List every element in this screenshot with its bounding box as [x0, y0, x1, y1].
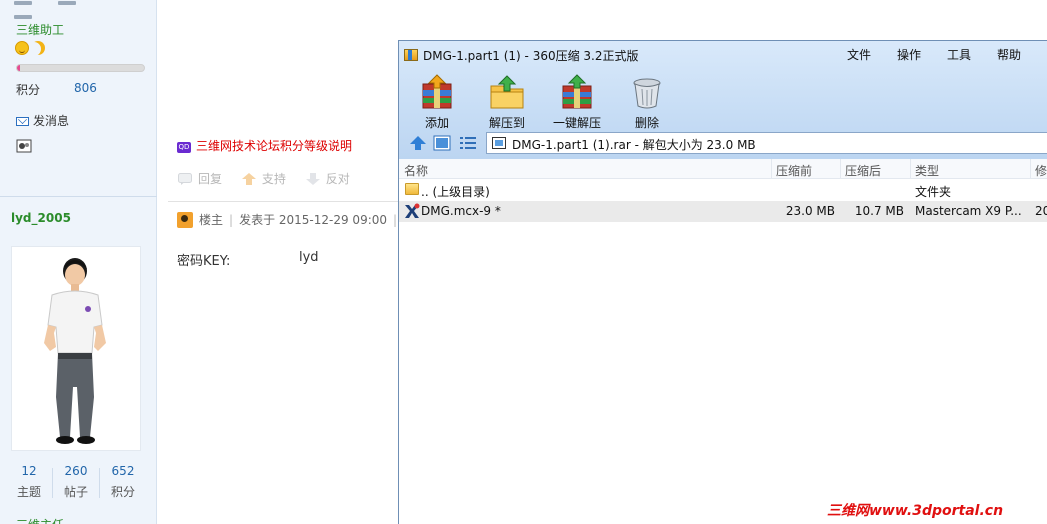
meta-separator: | [229, 213, 234, 227]
send-message-label: 发消息 [33, 114, 70, 128]
stat-threads[interactable]: 12 主题 [6, 464, 52, 500]
add-archive-icon [422, 74, 452, 109]
file-type: 文件夹 [915, 185, 952, 199]
column-divider[interactable] [910, 159, 911, 179]
reply-label: 回复 [198, 172, 223, 186]
add-button[interactable]: 添加 [407, 74, 467, 131]
reply-button[interactable]: 回复 [178, 172, 226, 186]
stat-posts-value: 260 [64, 464, 88, 478]
send-message-link[interactable]: 发消息 [16, 112, 69, 129]
file-modified: 20 [1035, 204, 1047, 218]
list-item-parent-folder[interactable]: .. (上级目录) 文件夹 [399, 180, 1047, 201]
menu-tools[interactable]: 工具 [947, 46, 971, 63]
author-icon [177, 212, 193, 228]
key-label: 密码KEY: [177, 254, 231, 269]
file-size-before: 23.0 MB [785, 204, 835, 218]
list-item-file[interactable]: DMG.mcx-9 * 23.0 MB 10.7 MB Mastercam X9… [399, 201, 1047, 222]
delete-icon [633, 78, 661, 109]
mastercam-file-icon [405, 203, 420, 218]
stat-threads-label: 主题 [16, 485, 41, 499]
level-progress-fill [17, 65, 20, 71]
column-divider[interactable] [1030, 159, 1031, 179]
support-label: 支持 [261, 172, 286, 186]
stat-points-value: 652 [111, 464, 135, 478]
avatar-figure-icon [44, 258, 106, 444]
floor-label: 楼主 [199, 213, 224, 227]
stat-threads-value: 12 [21, 464, 37, 478]
one-click-extract-icon [562, 74, 592, 109]
column-size-before[interactable]: 压缩前 [776, 162, 812, 179]
support-button[interactable]: 支持 [241, 172, 290, 186]
one-click-extract-button[interactable]: 一键解压 [547, 74, 607, 131]
cut-off-row [14, 0, 134, 19]
sidebar-divider [0, 196, 157, 197]
column-name[interactable]: 名称 [404, 162, 428, 179]
qd-badge-icon: QD [177, 142, 191, 153]
rank-title: 三维助工 [16, 23, 65, 37]
menu-help[interactable]: 帮助 [997, 46, 1021, 63]
thumb-down-icon [305, 173, 320, 185]
post-meta: 楼主|发表于 2015-12-29 09:00|只 [177, 211, 415, 231]
forum-profile-sidebar: 三维助工 积分 806 发消息 lyd_2005 12 主题 260 帖子 65… [0, 0, 157, 524]
key-value: lyd [299, 250, 319, 265]
app-logo-icon [404, 49, 418, 61]
post-actions: 回复 支持 反对 [178, 170, 366, 187]
points-value[interactable]: 806 [74, 81, 97, 95]
reply-icon [178, 173, 192, 185]
stat-points[interactable]: 652 积分 [100, 464, 146, 500]
window-title: DMG-1.part1 (1) - 360压缩 3.2正式版 [423, 49, 639, 63]
smiley-icon [15, 41, 29, 55]
post-divider [168, 201, 398, 202]
list-view-icon[interactable] [459, 135, 477, 151]
moon-icon [31, 41, 45, 55]
column-modified[interactable]: 修 [1035, 162, 1047, 179]
column-divider[interactable] [840, 159, 841, 179]
address-text: DMG-1.part1 (1).rar - 解包大小为 23.0 MB [512, 138, 756, 152]
column-divider[interactable] [771, 159, 772, 179]
address-bar: DMG-1.part1 (1).rar - 解包大小为 23.0 MB [399, 129, 1047, 159]
meta-separator: | [393, 213, 398, 227]
mail-icon [16, 117, 29, 126]
stat-points-label: 积分 [110, 485, 135, 499]
qq-status-icon[interactable] [16, 139, 32, 153]
next-post-rank-title: 三维主任 [16, 516, 64, 524]
avatar[interactable] [11, 246, 141, 451]
up-arrow-icon[interactable] [409, 135, 427, 151]
user-stats: 12 主题 260 帖子 652 积分 [0, 464, 157, 504]
file-name: DMG.mcx-9 * [421, 204, 501, 218]
menu-operation[interactable]: 操作 [897, 46, 921, 63]
screen: 三维助工 积分 806 发消息 lyd_2005 12 主题 260 帖子 65… [0, 0, 1047, 524]
stat-posts[interactable]: 260 帖子 [53, 464, 99, 500]
extract-to-icon [490, 75, 524, 109]
extract-to-button[interactable]: 解压到 [477, 74, 537, 131]
oppose-label: 反对 [325, 172, 350, 186]
thumbnail-view-icon[interactable] [433, 135, 451, 151]
file-name: .. (上级目录) [421, 185, 490, 199]
column-size-after[interactable]: 压缩后 [845, 162, 881, 179]
post-date: 发表于 2015-12-29 09:00 [239, 213, 388, 227]
points-label: 积分 [16, 83, 41, 97]
archive-window: DMG-1.part1 (1) - 360压缩 3.2正式版 文件 操作 工具 … [398, 40, 1047, 524]
delete-button[interactable]: 删除 [617, 74, 677, 131]
level-progress-bar [16, 64, 145, 72]
username-link[interactable]: lyd_2005 [11, 211, 71, 225]
address-field[interactable]: DMG-1.part1 (1).rar - 解包大小为 23.0 MB [486, 132, 1047, 154]
file-type: Mastercam X9 P... [915, 204, 1022, 218]
level-emoticons [15, 41, 45, 57]
oppose-button[interactable]: 反对 [305, 172, 350, 186]
column-type[interactable]: 类型 [915, 162, 939, 179]
folder-icon [405, 183, 419, 195]
archive-path-icon [492, 137, 506, 149]
points-legend-link[interactable]: QD 三维网技术论坛积分等级说明 [177, 137, 352, 154]
file-list-header: 名称 压缩前 压缩后 类型 修 [399, 159, 1047, 179]
menu-file[interactable]: 文件 [847, 46, 871, 63]
thumb-up-icon [241, 173, 256, 185]
stat-posts-label: 帖子 [63, 485, 88, 499]
site-watermark: 三维网www.3dportal.cn [827, 503, 1004, 519]
points-legend-text: 三维网技术论坛积分等级说明 [196, 139, 353, 153]
file-size-after: 10.7 MB [854, 204, 904, 218]
archive-window-header: DMG-1.part1 (1) - 360压缩 3.2正式版 文件 操作 工具 … [399, 41, 1047, 159]
